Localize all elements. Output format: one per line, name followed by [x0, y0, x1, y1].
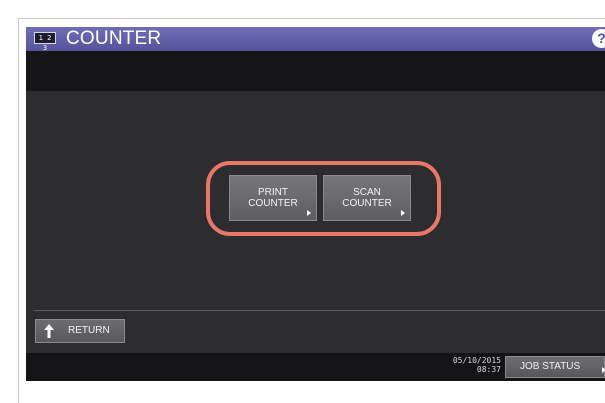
job-status-label: JOB STATUS [520, 361, 581, 372]
help-icon[interactable]: ? [592, 29, 605, 48]
triangle-right-icon [401, 210, 405, 216]
time-text: 08:37 [476, 365, 501, 374]
scan-counter-label-line1: SCAN [353, 187, 381, 198]
sub-header-bar [26, 51, 605, 91]
scan-counter-label-line2: COUNTER [342, 198, 392, 209]
counter-mode-icon: 1 2 3 [34, 32, 56, 52]
control-panel-screen: 1 2 3 COUNTER ? PRINT COUNTER SCAN COUNT… [26, 27, 605, 381]
scan-counter-button[interactable]: SCAN COUNTER [323, 175, 411, 221]
print-counter-label-line2: COUNTER [248, 198, 298, 209]
print-counter-button[interactable]: PRINT COUNTER [229, 175, 317, 221]
print-counter-label-line1: PRINT [258, 187, 288, 198]
divider [34, 310, 605, 311]
date-time-display: 05/10/2015 08:37 [431, 356, 501, 374]
up-arrow-icon [44, 324, 54, 338]
status-footer: 05/10/2015 08:37 JOB STATUS [26, 353, 605, 381]
page-title: COUNTER [66, 28, 162, 49]
return-button[interactable]: RETURN [35, 319, 125, 343]
triangle-right-icon [307, 210, 311, 216]
job-status-button[interactable]: JOB STATUS [505, 356, 605, 378]
return-label: RETURN [68, 325, 110, 336]
date-text: 05/10/2015 [452, 356, 501, 365]
title-bar: 1 2 3 COUNTER ? [26, 27, 605, 52]
